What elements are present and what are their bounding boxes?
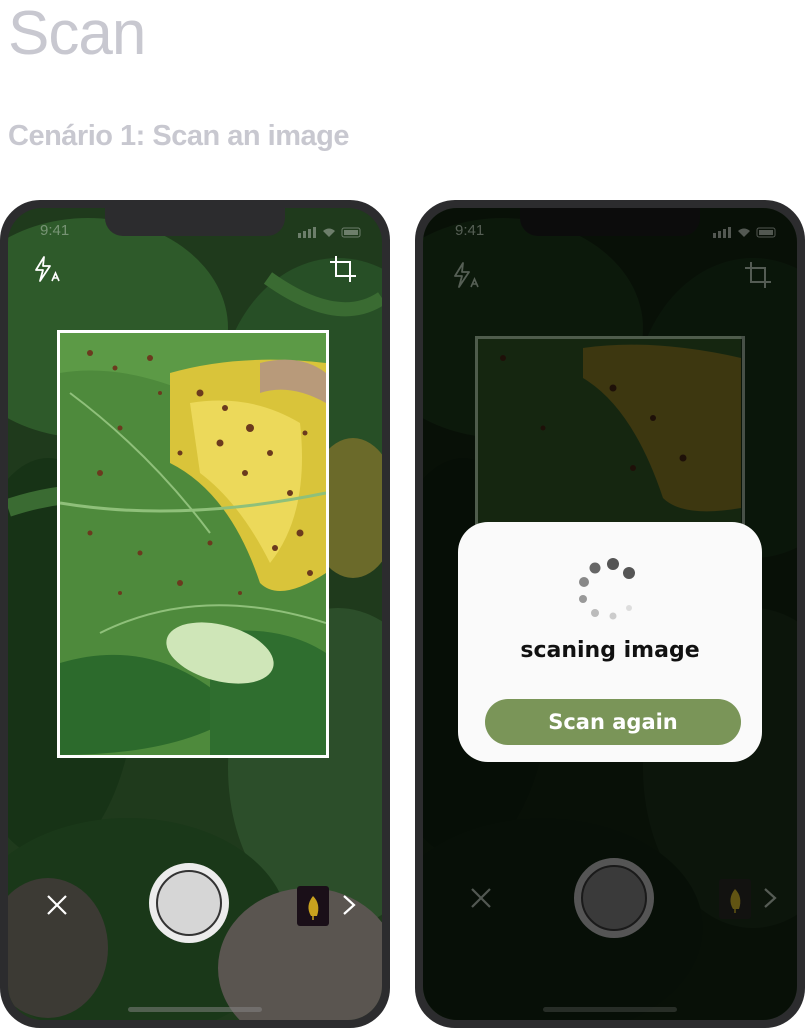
close-icon[interactable] [45,893,69,917]
crop-icon[interactable] [743,260,773,290]
scan-frame [475,336,745,526]
last-photo-thumbnail[interactable] [297,886,329,926]
device-notch [105,208,285,236]
status-icons [713,227,776,238]
page-subtitle: Cenário 1: Scan an image [8,120,349,152]
last-photo-thumbnail[interactable] [719,879,751,919]
close-icon[interactable] [469,886,493,910]
scanning-message: scaning image [520,638,700,663]
home-indicator [128,1007,262,1012]
scanning-screen: 9:41 scaning image Scan again [423,208,797,1020]
status-time: 9:41 [40,222,70,239]
phone-mockup-scanning: 9:41 scaning image Scan again [415,200,805,1028]
chevron-right-icon[interactable] [760,886,780,910]
crop-icon[interactable] [328,254,358,284]
status-icons [298,227,361,238]
phone-mockup-camera: 9:41 [0,200,390,1028]
page-title: Scan [8,0,146,68]
loading-spinner-icon [579,558,635,620]
scan-again-button[interactable]: Scan again [485,699,741,745]
scan-frame[interactable] [57,330,329,758]
flash-auto-icon[interactable] [451,260,481,290]
scanning-dialog: scaning image Scan again [458,522,762,762]
shutter-button[interactable] [149,863,229,943]
home-indicator [543,1007,677,1012]
flash-auto-icon[interactable] [32,254,62,284]
chevron-right-icon[interactable] [339,893,359,917]
leaf-thumbnail-icon [730,889,741,913]
leaf-thumbnail-icon [308,896,319,920]
status-time: 9:41 [455,222,485,239]
shutter-inner [581,865,647,931]
shutter-button[interactable] [574,858,654,938]
camera-screen: 9:41 [8,208,382,1020]
shutter-inner [156,870,222,936]
leaf-image [60,333,326,755]
